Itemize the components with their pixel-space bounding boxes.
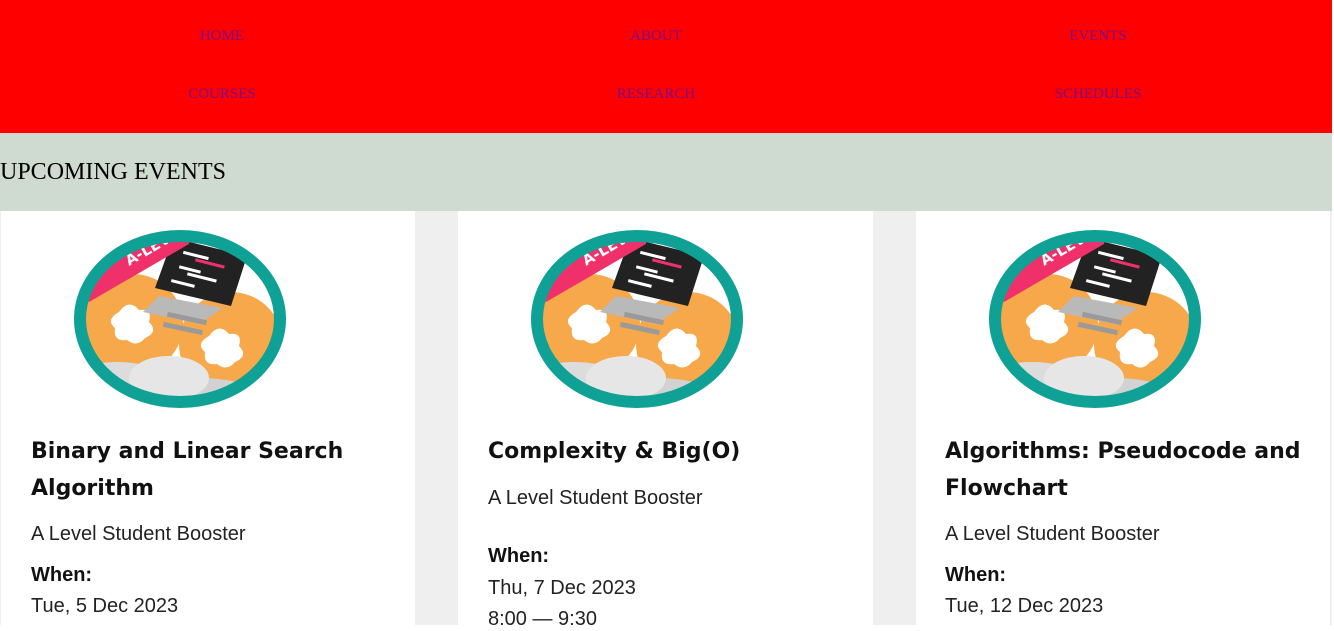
a-level-badge-icon: A-LEVEL xyxy=(989,230,1201,408)
upcoming-events-header: UPCOMING EVENTS xyxy=(0,133,1332,211)
event-subtitle: A Level Student Booster xyxy=(31,523,246,545)
events-list: A-LEVEL Binary and Linear Search Algorit… xyxy=(0,211,1332,630)
event-subtitle: A Level Student Booster xyxy=(488,487,703,509)
when-label: When: xyxy=(488,545,550,567)
nav-link-research[interactable]: RESEARCH xyxy=(617,85,695,103)
event-date: Thu, 7 Dec 2023 xyxy=(488,577,636,599)
event-title[interactable]: Complexity & Big(O) xyxy=(488,433,848,470)
nav-link-events[interactable]: EVENTS xyxy=(1069,27,1127,45)
a-level-badge-icon: A-LEVEL xyxy=(531,230,743,408)
a-level-badge-icon: A-LEVEL xyxy=(74,230,286,408)
event-date: Tue, 12 Dec 2023 xyxy=(945,595,1104,617)
when-label: When: xyxy=(31,564,93,586)
event-title[interactable]: Algorithms: Pseudocode and Flowchart xyxy=(945,433,1305,507)
event-title[interactable]: Binary and Linear Search Algorithm xyxy=(31,433,391,507)
event-date: Tue, 5 Dec 2023 xyxy=(31,595,179,617)
section-heading: UPCOMING EVENTS xyxy=(0,159,227,185)
event-subtitle: A Level Student Booster xyxy=(945,523,1160,545)
nav-link-schedules[interactable]: SCHEDULES xyxy=(1055,85,1142,103)
event-card[interactable]: A-LEVEL Binary and Linear Search Algorit… xyxy=(1,211,415,625)
nav-link-home[interactable]: HOME xyxy=(200,27,244,45)
nav-link-about[interactable]: ABOUT xyxy=(630,27,682,45)
when-label: When: xyxy=(945,564,1007,586)
event-card[interactable]: A-LEVEL Complexity & Big(O) A Level Stud… xyxy=(458,211,873,630)
main-nav: HOME ABOUT EVENTS COURSES RESEARCH SCHED… xyxy=(0,0,1332,133)
event-time: 8:00 — 9:30 xyxy=(488,608,597,630)
nav-link-courses[interactable]: COURSES xyxy=(188,85,256,103)
event-card[interactable]: A-LEVEL Algorithms: Pseudocode and Flowc… xyxy=(916,211,1330,625)
